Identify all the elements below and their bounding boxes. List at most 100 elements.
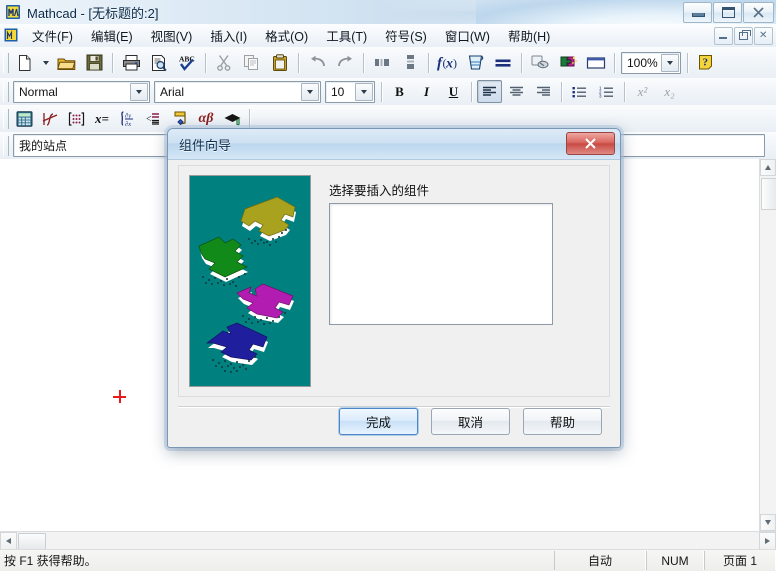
print-preview-icon[interactable]: [146, 50, 172, 76]
mdi-restore-icon: [739, 32, 748, 40]
align-left-button[interactable]: [477, 80, 502, 103]
help-button[interactable]: 帮助: [523, 408, 602, 435]
mdi-restore-button[interactable]: [734, 27, 753, 45]
menu-tools[interactable]: 工具(T): [318, 24, 375, 47]
symbolic-toolbar-icon[interactable]: [220, 107, 244, 131]
graph-toolbar-icon[interactable]: [38, 107, 62, 131]
programming-toolbar-icon[interactable]: [168, 107, 192, 131]
matrix-toolbar-icon[interactable]: [64, 107, 88, 131]
chevron-right-icon: [765, 538, 770, 544]
toolbar-separator: [561, 82, 562, 102]
align-center-button[interactable]: [504, 80, 529, 103]
mathcad-application-window: Mathcad - [无标题的:2] 文件(F) 编辑(E) 视图(V) 插入(…: [0, 0, 776, 571]
toolbar-separator: [614, 53, 615, 73]
underline-button[interactable]: U: [441, 80, 466, 103]
menu-file[interactable]: 文件(F): [24, 24, 81, 47]
svg-text:3: 3: [599, 93, 602, 97]
calculator-toolbar-icon[interactable]: [12, 107, 36, 131]
close-icon: [753, 7, 764, 18]
close-button[interactable]: [743, 2, 774, 23]
component-wizard-icon[interactable]: [555, 50, 581, 76]
bullet-list-button[interactable]: [567, 80, 592, 103]
scroll-down-button[interactable]: [760, 514, 776, 531]
component-wizard-dialog: 组件向导: [167, 128, 621, 448]
svg-text:ABC: ABC: [179, 55, 195, 64]
help-question-icon[interactable]: ?: [693, 50, 719, 76]
chevron-up-icon: [765, 165, 771, 170]
dialog-close-button[interactable]: [566, 132, 615, 155]
maximize-button[interactable]: [713, 2, 742, 23]
boolean-toolbar-icon[interactable]: <: [142, 107, 166, 131]
greek-toolbar-icon[interactable]: αβ: [194, 107, 218, 131]
paragraph-style-dropdown-icon[interactable]: [130, 83, 148, 101]
font-size-dropdown-icon[interactable]: [355, 83, 373, 101]
insert-function-icon[interactable]: f ( x ): [434, 50, 460, 76]
menu-insert[interactable]: 插入(I): [202, 24, 255, 47]
new-document-dropdown-icon[interactable]: [39, 51, 52, 75]
finish-button[interactable]: 完成: [339, 408, 418, 435]
scroll-left-button[interactable]: [0, 532, 17, 550]
mdi-minimize-button[interactable]: [714, 27, 733, 45]
menu-view[interactable]: 视图(V): [143, 24, 201, 47]
font-size-combo[interactable]: 10: [325, 81, 375, 103]
scroll-right-button[interactable]: [759, 532, 776, 550]
svg-text:x: x: [445, 57, 453, 72]
insert-area-icon[interactable]: [583, 50, 609, 76]
align-right-button[interactable]: [531, 80, 556, 103]
evaluation-toolbar-icon[interactable]: x=: [90, 107, 114, 131]
cut-scissors-icon[interactable]: [211, 50, 237, 76]
toolbar-grip[interactable]: [3, 53, 9, 73]
calculate-icon[interactable]: [490, 50, 516, 76]
component-list-box[interactable]: [329, 203, 553, 325]
menu-edit[interactable]: 编辑(E): [83, 24, 141, 47]
mdi-close-icon: ✕: [759, 30, 767, 42]
copy-icon[interactable]: [239, 50, 265, 76]
toolbar-separator: [521, 53, 522, 73]
svg-text:): ): [453, 56, 457, 70]
dialog-title: 组件向导: [179, 135, 231, 154]
menu-format[interactable]: 格式(O): [257, 24, 316, 47]
format-toolbar: Normal Arial 10 B I U: [0, 78, 776, 106]
bold-button[interactable]: B: [387, 80, 412, 103]
subscript-button[interactable]: x₂: [657, 80, 682, 103]
scroll-up-button[interactable]: [760, 159, 776, 176]
toolbar-grip[interactable]: [3, 136, 9, 156]
font-family-dropdown-icon[interactable]: [301, 83, 319, 101]
font-family-combo[interactable]: Arial: [154, 81, 321, 103]
new-document-icon[interactable]: [12, 50, 38, 76]
toolbar-grip[interactable]: [3, 82, 9, 102]
spell-check-icon[interactable]: ABC: [174, 50, 200, 76]
superscript-button[interactable]: x²: [630, 80, 655, 103]
paste-clipboard-icon[interactable]: [267, 50, 293, 76]
menu-help[interactable]: 帮助(H): [500, 24, 558, 47]
svg-text:<: <: [146, 114, 152, 125]
toolbar-separator: [624, 82, 625, 102]
zoom-dropdown-icon[interactable]: [661, 54, 679, 72]
insert-hyperlink-icon[interactable]: [527, 50, 553, 76]
dialog-titlebar: 组件向导: [168, 129, 620, 160]
vertical-scroll-thumb[interactable]: [761, 178, 776, 210]
mdi-close-button[interactable]: ✕: [754, 27, 773, 45]
numbered-list-button[interactable]: 1 2 3: [594, 80, 619, 103]
menu-symbolics[interactable]: 符号(S): [377, 24, 435, 47]
cancel-button[interactable]: 取消: [431, 408, 510, 435]
align-down-icon[interactable]: [397, 50, 423, 76]
redo-icon[interactable]: [332, 50, 358, 76]
undo-icon[interactable]: [304, 50, 330, 76]
minimize-button[interactable]: [683, 2, 712, 23]
calculus-toolbar-icon[interactable]: ∂y ∂x: [116, 107, 140, 131]
paragraph-style-combo[interactable]: Normal: [13, 81, 150, 103]
vertical-scrollbar[interactable]: [759, 159, 776, 531]
toolbar-grip[interactable]: [3, 109, 9, 129]
print-icon[interactable]: [118, 50, 144, 76]
horizontal-scrollbar[interactable]: [0, 531, 776, 551]
mathcad-app-icon: [5, 4, 21, 20]
italic-button[interactable]: I: [414, 80, 439, 103]
zoom-combo[interactable]: 100%: [621, 52, 681, 74]
align-across-icon[interactable]: [369, 50, 395, 76]
open-folder-icon[interactable]: [53, 50, 79, 76]
insert-unit-icon[interactable]: [462, 50, 488, 76]
menu-window[interactable]: 窗口(W): [437, 24, 498, 47]
save-icon[interactable]: [81, 50, 107, 76]
zoom-value: 100%: [622, 56, 658, 70]
